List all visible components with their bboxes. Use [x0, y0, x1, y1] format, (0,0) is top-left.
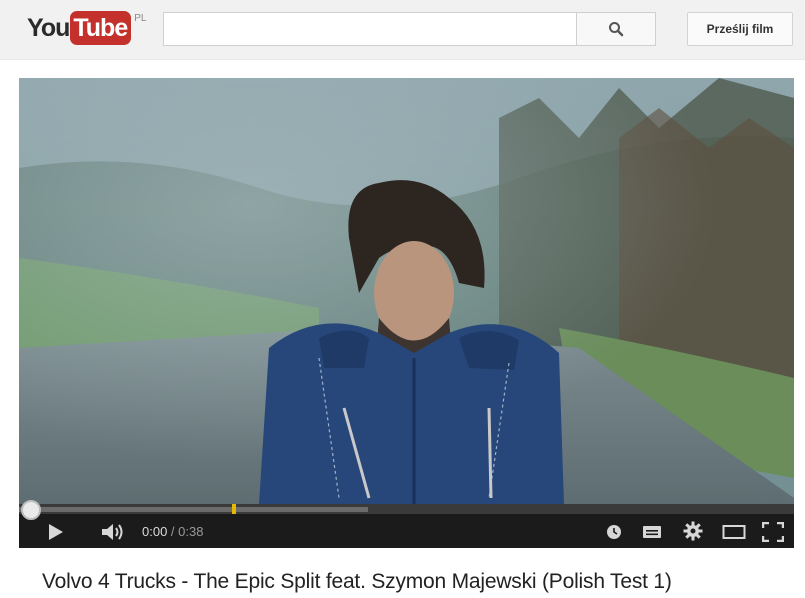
time-display: 0:00 / 0:38	[142, 524, 203, 540]
youtube-logo[interactable]: You Tube PL	[27, 11, 146, 47]
video-title: Volvo 4 Trucks - The Epic Split feat. Sz…	[42, 570, 672, 593]
masthead: You Tube PL Prześlij film	[0, 0, 805, 60]
search-icon	[609, 22, 624, 37]
time-total: 0:38	[178, 524, 204, 539]
logo-text-you: You	[27, 14, 70, 42]
fullscreen-button[interactable]	[759, 519, 787, 545]
settings-button[interactable]	[681, 519, 705, 543]
progress-bar[interactable]	[19, 504, 794, 514]
video-player[interactable]: 0:00 / 0:38	[19, 78, 794, 548]
captions-icon	[643, 526, 661, 538]
volume-button[interactable]	[97, 521, 129, 543]
search-input[interactable]	[163, 12, 577, 46]
logo-region: PL	[134, 13, 147, 24]
video-frame[interactable]	[19, 78, 794, 504]
progress-ad-marker	[232, 504, 236, 514]
time-separator: /	[167, 524, 179, 539]
captions-button[interactable]	[639, 521, 665, 543]
video-still	[19, 78, 794, 504]
theater-mode-button[interactable]	[719, 521, 749, 543]
settings-icon	[683, 521, 703, 541]
watch-later-icon	[607, 525, 621, 539]
progress-buffered	[19, 507, 368, 512]
volume-icon	[102, 524, 123, 540]
play-button[interactable]	[41, 521, 69, 543]
search-button[interactable]	[576, 12, 656, 46]
fullscreen-icon	[762, 522, 784, 542]
logo-text-tube: Tube	[70, 11, 132, 45]
watch-later-button[interactable]	[603, 521, 625, 543]
upload-button[interactable]: Prześlij film	[687, 12, 793, 46]
play-icon	[49, 524, 63, 540]
time-current: 0:00	[142, 524, 168, 539]
theater-mode-icon	[722, 525, 746, 539]
progress-scrubber[interactable]	[21, 500, 41, 520]
